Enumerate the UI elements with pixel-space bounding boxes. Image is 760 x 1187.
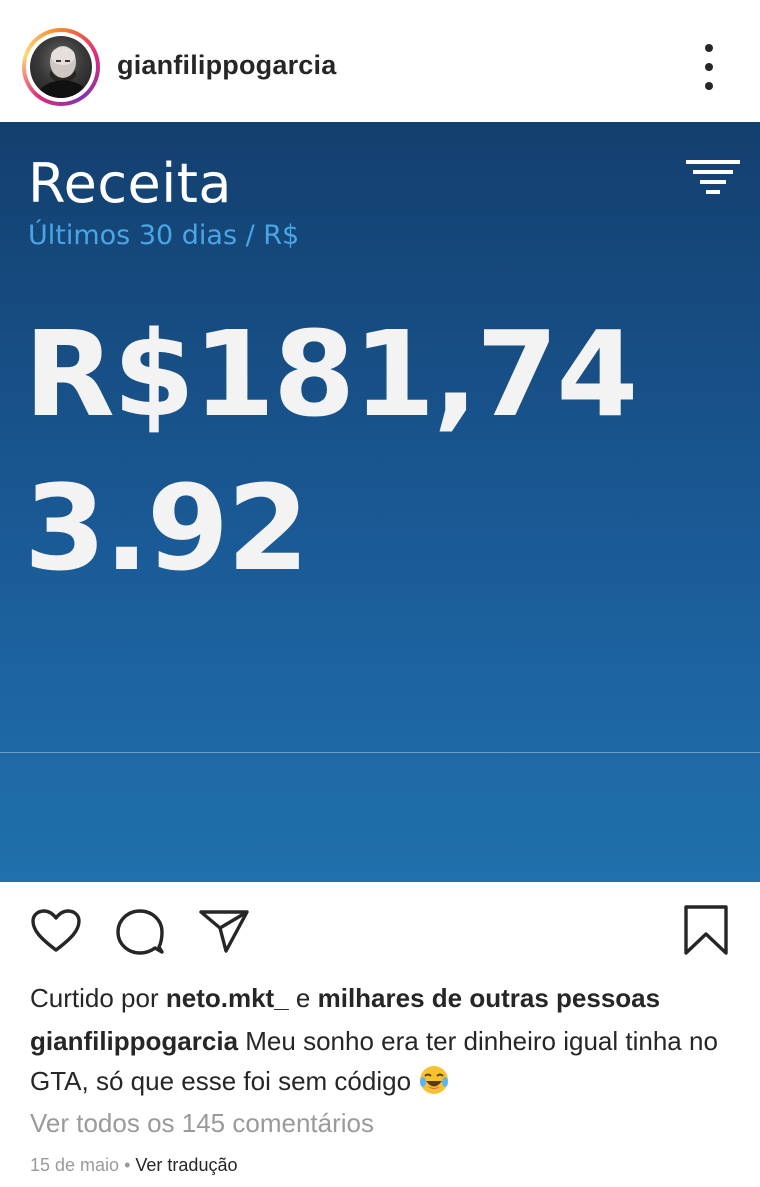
comment-icon xyxy=(116,909,164,955)
laughing-tears-emoji xyxy=(420,1066,449,1094)
likes-prefix: Curtido por xyxy=(30,983,159,1013)
action-bar xyxy=(0,882,760,978)
post-username[interactable]: gianfilippogarcia xyxy=(117,50,336,81)
avatar-border xyxy=(26,32,96,102)
send-icon xyxy=(199,910,249,953)
post-date: 15 de maio xyxy=(30,1155,120,1175)
revenue-title: Receita xyxy=(28,152,232,215)
likes-summary: Curtido por neto.mkt_ e milhares de outr… xyxy=(30,983,750,1014)
revenue-period: Últimos 30 dias / R$ xyxy=(28,220,300,251)
liker-username[interactable]: neto.mkt_ xyxy=(166,983,289,1013)
more-vertical-icon-dot xyxy=(705,82,713,90)
profile-photo xyxy=(30,36,92,98)
more-options-button[interactable] xyxy=(694,44,724,90)
bookmark-icon xyxy=(684,905,728,955)
post-meta: 15 de maio • Ver tradução xyxy=(30,1155,237,1176)
more-vertical-icon-dot xyxy=(705,63,713,71)
caption-username[interactable]: gianfilippogarcia xyxy=(30,1026,238,1056)
revenue-value: R$181,743.92 xyxy=(24,305,638,597)
more-vertical-icon xyxy=(705,44,713,52)
meta-separator: • xyxy=(124,1155,131,1175)
like-button[interactable] xyxy=(30,908,82,954)
see-translation-link[interactable]: Ver tradução xyxy=(135,1155,237,1175)
divider xyxy=(0,752,760,753)
comment-button[interactable] xyxy=(115,907,165,957)
view-all-comments-link[interactable]: Ver todos os 145 comentários xyxy=(30,1108,374,1139)
likes-connector: e xyxy=(295,983,311,1013)
heart-icon xyxy=(31,909,81,952)
save-button[interactable] xyxy=(683,904,729,956)
filter-lines-icon xyxy=(686,160,740,194)
share-button[interactable] xyxy=(198,908,250,954)
likes-others[interactable]: milhares de outras pessoas xyxy=(318,983,660,1013)
post-header: gianfilippogarcia xyxy=(0,0,760,122)
post-caption: gianfilippogarcia Meu sonho era ter dinh… xyxy=(30,1021,720,1101)
post-image[interactable]: Receita Últimos 30 dias / R$ R$181,743.9… xyxy=(0,122,760,882)
avatar[interactable] xyxy=(22,28,100,106)
